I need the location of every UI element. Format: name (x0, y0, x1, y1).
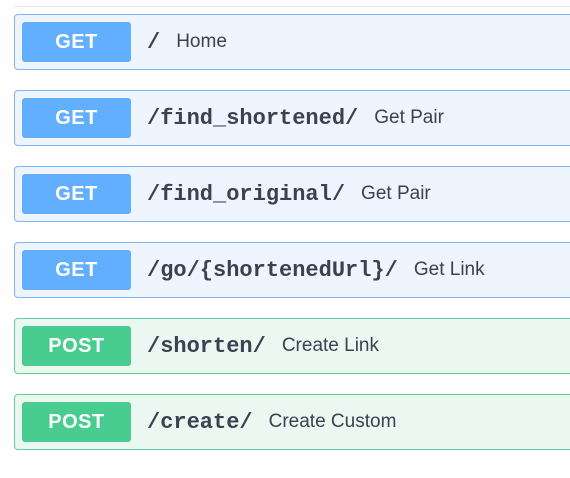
operation-summary: Home (176, 31, 227, 52)
operation-post-shorten[interactable]: POST /shorten/ Create Link (14, 318, 570, 374)
section-divider (14, 6, 570, 7)
operation-get-find-original[interactable]: GET /find_original/ Get Pair (14, 166, 570, 222)
method-badge: POST (22, 402, 131, 442)
operation-path: /shorten/ (147, 333, 266, 359)
method-badge: POST (22, 326, 131, 366)
operation-post-create[interactable]: POST /create/ Create Custom (14, 394, 570, 450)
operations-list: GET / Home GET /find_shortened/ Get Pair… (14, 14, 570, 470)
operation-summary: Create Link (281, 335, 379, 356)
operation-summary: Get Pair (374, 107, 444, 128)
operation-summary: Create Custom (268, 411, 397, 432)
operation-summary: Get Link (413, 259, 485, 280)
operation-get-go-shortened-url[interactable]: GET /go/{shortenedUrl}/ Get Link (14, 242, 570, 298)
method-badge: GET (22, 98, 131, 138)
method-badge: GET (22, 174, 131, 214)
operation-path: /go/{shortenedUrl}/ (147, 257, 398, 283)
operation-path: / (147, 29, 161, 55)
operation-path: /find_original/ (147, 181, 346, 207)
operation-get-find-shortened[interactable]: GET /find_shortened/ Get Pair (14, 90, 570, 146)
operation-get-home[interactable]: GET / Home (14, 14, 570, 70)
method-badge: GET (22, 22, 131, 62)
operation-path: /find_shortened/ (147, 105, 359, 131)
operation-path: /create/ (147, 409, 253, 435)
method-badge: GET (22, 250, 131, 290)
operation-summary: Get Pair (361, 183, 431, 204)
